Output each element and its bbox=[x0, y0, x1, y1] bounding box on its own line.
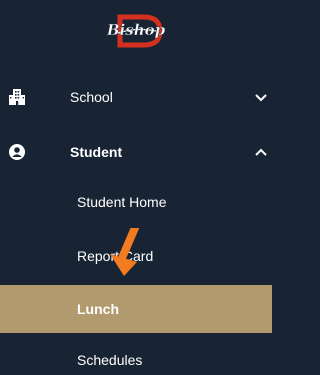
annotation-arrow-icon bbox=[110, 228, 140, 276]
nav-subitem-label: Lunch bbox=[77, 301, 119, 317]
nav-subitem-lunch[interactable]: Lunch bbox=[0, 285, 272, 333]
nav-subitem-student-home[interactable]: Student Home bbox=[0, 187, 272, 217]
building-icon bbox=[9, 89, 25, 105]
user-circle-icon bbox=[9, 144, 25, 160]
school-logo[interactable]: Bishop bbox=[0, 0, 272, 62]
nav-subitem-label: Schedules bbox=[77, 352, 143, 368]
nav-label-school: School bbox=[70, 89, 113, 105]
bishop-logo-icon: Bishop bbox=[106, 14, 166, 48]
logo-text: Bishop bbox=[106, 21, 166, 39]
nav-label-student: Student bbox=[70, 144, 123, 160]
chevron-up-icon[interactable] bbox=[254, 145, 268, 159]
chevron-down-icon[interactable] bbox=[254, 90, 268, 104]
nav-item-student[interactable]: Student bbox=[0, 137, 272, 167]
nav-subitem-schedules[interactable]: Schedules bbox=[0, 345, 272, 375]
nav-item-school[interactable]: School bbox=[0, 82, 272, 112]
nav-subitem-label: Student Home bbox=[77, 194, 167, 210]
